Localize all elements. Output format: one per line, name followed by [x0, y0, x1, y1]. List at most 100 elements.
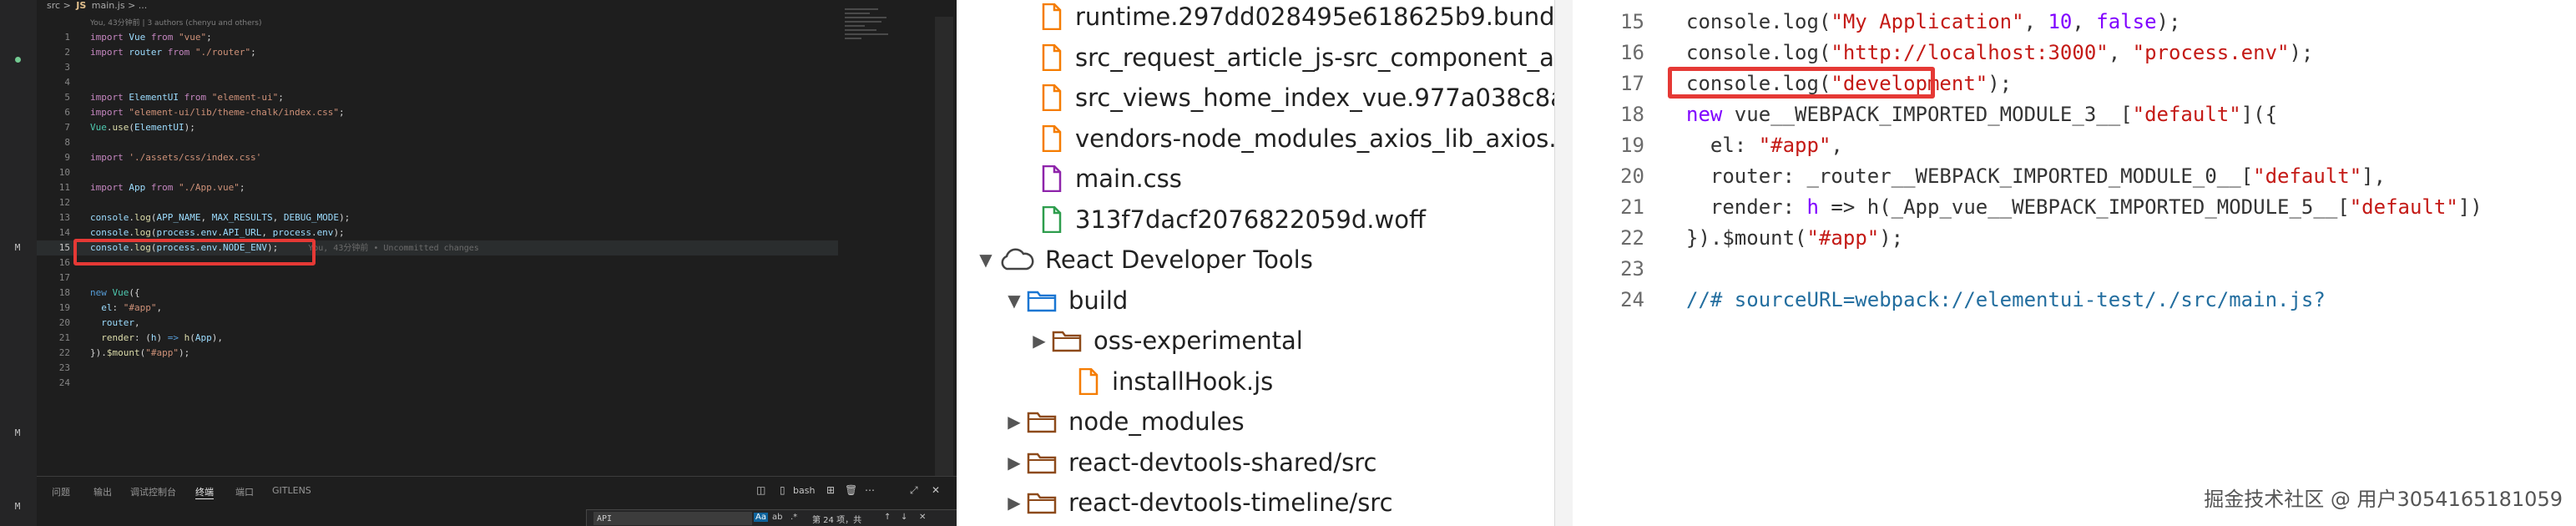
- source-line[interactable]: 16 console.log("http://localhost:3000", "…: [1573, 38, 2313, 68]
- breadcrumb-symbol[interactable]: > ...: [128, 0, 147, 11]
- tree-file-item[interactable]: runtime.297dd028495e618625b9.bundl...: [1042, 0, 1554, 37]
- code-line[interactable]: 2 import router from "./router";: [37, 45, 255, 60]
- tree-file-item[interactable]: vendors-node_modules_axios_lib_axios...: [1042, 119, 1554, 159]
- regex-icon[interactable]: .*: [790, 513, 797, 522]
- highlight-box: [1668, 67, 1935, 99]
- editor-scrollbar[interactable]: [935, 17, 953, 484]
- caret-right-icon[interactable]: ▶: [1027, 331, 1052, 351]
- source-line[interactable]: 23: [1573, 254, 1686, 285]
- line-number: 22: [58, 347, 70, 358]
- code-token: ;: [206, 32, 212, 43]
- code-line[interactable]: 1 import Vue from "vue";: [37, 30, 212, 45]
- code-line[interactable]: 22}).$mount("#app");: [37, 346, 190, 361]
- minimap[interactable]: [845, 8, 895, 83]
- tree-folder-item[interactable]: ▶ react-devtools-shared/src: [1002, 443, 1376, 483]
- tree-file-item[interactable]: main.css: [1042, 159, 1182, 199]
- code-line[interactable]: 9 import './assets/css/index.css': [37, 150, 261, 165]
- caret-right-icon[interactable]: ▶: [1002, 412, 1027, 432]
- code-line[interactable]: 10: [37, 165, 90, 180]
- source-code-viewer[interactable]: 15 console.log("My Application", 10, fals…: [1573, 0, 2576, 526]
- code-token: );: [339, 212, 351, 223]
- line-number: 1: [64, 32, 70, 43]
- tree-folder-item[interactable]: ▼ build: [1002, 281, 1128, 321]
- source-line[interactable]: 19 el: "#app",: [1573, 130, 1843, 161]
- caret-right-icon[interactable]: ▶: [1002, 453, 1027, 473]
- code-line[interactable]: 20 router,: [37, 316, 140, 331]
- source-line[interactable]: 15 console.log("My Application", 10, fals…: [1573, 7, 2180, 38]
- file-icon: [1042, 124, 1062, 152]
- tab-terminal[interactable]: 终端: [195, 485, 214, 499]
- code-token: h: [150, 332, 157, 343]
- caret-down-icon[interactable]: ▼: [973, 250, 998, 270]
- code-line[interactable]: 17: [37, 271, 90, 286]
- code-token: "default": [2132, 103, 2241, 126]
- find-input[interactable]: [593, 512, 752, 525]
- modified-marker: M: [14, 427, 21, 438]
- modified-marker: M: [14, 242, 21, 253]
- tab-problems[interactable]: 问题: [52, 485, 70, 498]
- folder-icon: [1027, 491, 1057, 514]
- code-line[interactable]: 8: [37, 135, 90, 150]
- split-layout-icon[interactable]: ◫: [756, 484, 765, 496]
- source-line[interactable]: 22}).$mount("#app");: [1573, 223, 1903, 254]
- tree-file-item[interactable]: src_views_home_index_vue.977a038c8a...: [1042, 78, 1554, 118]
- code-token: console: [90, 212, 129, 223]
- code-line[interactable]: 12: [37, 195, 90, 210]
- more-icon[interactable]: ⋯: [865, 484, 875, 496]
- tab-output[interactable]: 输出: [93, 485, 112, 498]
- code-line[interactable]: 13 console.log(APP_NAME, MAX_RESULTS, DEB…: [37, 210, 351, 225]
- source-line[interactable]: 21 render: h => h(_App_vue__WEBPACK_IMPO…: [1573, 192, 2483, 223]
- code-token: import: [90, 92, 129, 103]
- tab-gitlens[interactable]: GITLENS: [272, 485, 311, 496]
- code-line[interactable]: 3: [37, 60, 90, 75]
- close-find-icon[interactable]: ✕: [919, 513, 926, 522]
- tree-file-item[interactable]: installHook.js: [1078, 362, 1273, 402]
- breadcrumb[interactable]: src > JS main.js > ...: [47, 0, 147, 13]
- code-token: "#app": [1806, 226, 1880, 250]
- tab-ports[interactable]: 端口: [235, 485, 254, 498]
- tree-folder-item[interactable]: ▼ React Developer Tools: [973, 240, 1313, 280]
- match-case-icon[interactable]: Aa: [754, 513, 768, 522]
- code-line[interactable]: 21 render: (h) => h(App),: [37, 331, 223, 346]
- source-line[interactable]: 20 router: _router__WEBPACK_IMPORTED_MOD…: [1573, 161, 2386, 192]
- code-line[interactable]: 11 import App from "./App.vue";: [37, 180, 245, 195]
- code-token: env: [316, 227, 334, 238]
- source-line[interactable]: 24 //# sourceURL=webpack://elementui-test…: [1573, 285, 2326, 316]
- code-line[interactable]: 18 new Vue({: [37, 286, 140, 301]
- code-line[interactable]: 24: [37, 376, 90, 391]
- caret-down-icon[interactable]: ▼: [1002, 291, 1027, 311]
- line-number: 11: [58, 182, 70, 193]
- previous-match-icon[interactable]: ↑: [884, 513, 891, 522]
- code-token: );: [1988, 72, 2013, 95]
- git-blame-header[interactable]: You, 43分钟前 | 3 authors (chenyu and other…: [90, 17, 262, 28]
- tree-file-item[interactable]: 313f7dacf2076822059d.woff: [1042, 200, 1426, 240]
- tree-folder-item[interactable]: ▶ react-devtools-timeline/src: [1002, 483, 1392, 523]
- source-line[interactable]: 18 new vue__WEBPACK_IMPORTED_MODULE_3__["…: [1573, 99, 2277, 130]
- breadcrumb-file[interactable]: main.js: [92, 0, 125, 11]
- pane-divider[interactable]: [1554, 0, 1574, 526]
- tab-debug-console[interactable]: 调试控制台: [130, 485, 176, 498]
- next-match-icon[interactable]: ↓: [901, 513, 907, 522]
- breadcrumb-folder[interactable]: src: [47, 0, 60, 11]
- split-terminal-icon[interactable]: ⊞: [826, 484, 835, 496]
- code-token: "element-ui/lib/theme-chalk/index.css": [129, 107, 340, 118]
- code-line[interactable]: 6 import "element-ui/lib/theme-chalk/inde…: [37, 105, 344, 120]
- tree-folder-item[interactable]: ▶ oss-experimental: [1027, 321, 1303, 361]
- trash-icon[interactable]: 🗑: [845, 484, 857, 496]
- whole-word-icon[interactable]: ab: [772, 513, 782, 522]
- code-line[interactable]: 19 el: "#app",: [37, 301, 162, 316]
- code-token: );: [2289, 41, 2314, 64]
- code-line[interactable]: 5 import ElementUI from "element-ui";: [37, 90, 283, 105]
- tree-item-label: build: [1068, 286, 1129, 315]
- code-line[interactable]: 7 Vue.use(ElementUI);: [37, 120, 194, 135]
- caret-right-icon[interactable]: ▶: [1002, 493, 1027, 513]
- tree-file-item[interactable]: src_request_article_js-src_component_a..…: [1042, 38, 1554, 78]
- code-line[interactable]: 4: [37, 75, 90, 90]
- close-icon[interactable]: ✕: [932, 484, 940, 496]
- line-number: 17: [58, 272, 70, 283]
- terminal-name[interactable]: bash: [793, 485, 815, 496]
- code-line[interactable]: 23: [37, 361, 90, 376]
- maximize-icon[interactable]: ⤢: [910, 484, 918, 497]
- tree-folder-item[interactable]: ▶ node_modules: [1002, 402, 1245, 442]
- tree-item-label: node_modules: [1068, 407, 1245, 436]
